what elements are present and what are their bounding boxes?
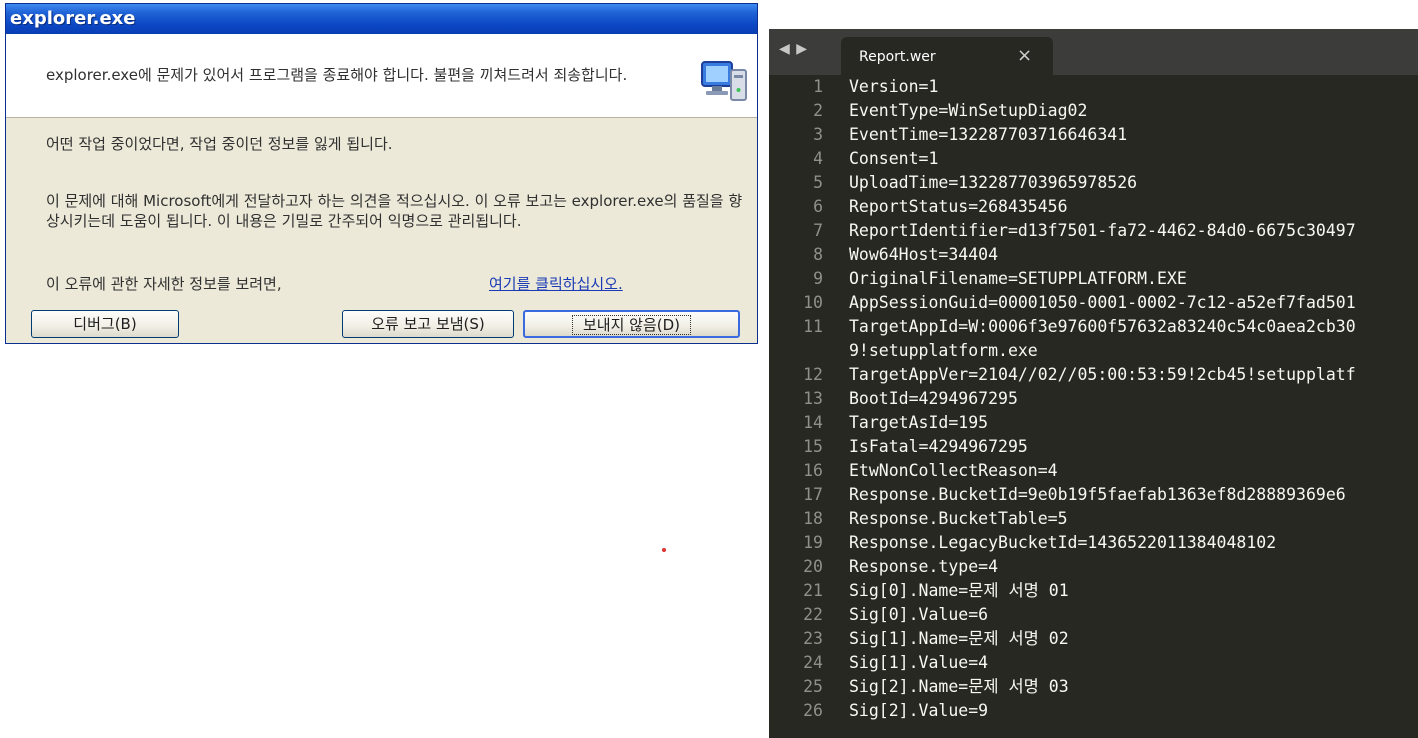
line-number: 8 — [813, 245, 823, 264]
code-line[interactable]: 20 Response.type=4 — [769, 555, 1418, 579]
code-line[interactable]: 17 Response.BucketId=9e0b19f5faefab1363ef… — [769, 483, 1418, 507]
code-line[interactable]: 4 Consent=1 — [769, 147, 1418, 171]
line-text: EtwNonCollectReason=4 — [849, 461, 1058, 480]
line-number: 16 — [803, 461, 823, 480]
code-line[interactable]: 15 IsFatal=4294967295 — [769, 435, 1418, 459]
line-number: 25 — [803, 677, 823, 696]
line-text: EventTime=132287703716646341 — [849, 125, 1128, 144]
tab-title: Report.wer — [859, 49, 936, 65]
line-number: 22 — [803, 605, 823, 624]
code-area[interactable]: 1 Version=1 2 EventType=WinSetupDiag02 3 Even… — [769, 75, 1418, 723]
line-text: BootId=4294967295 — [849, 389, 1018, 408]
dialog-title[interactable]: explorer.exe — [6, 4, 757, 34]
dont-send-label: 보내지 않음(D) — [571, 315, 692, 335]
code-line[interactable]: 12 TargetAppVer=2104//02//05:00:53:59!2cb… — [769, 363, 1418, 387]
error-dialog: explorer.exe explorer.exe에 문제가 있어서 프로그램을… — [5, 3, 758, 344]
code-line[interactable]: 11 TargetAppId=W:0006f3e97600f57632a83240… — [769, 315, 1418, 363]
line-number: 14 — [803, 413, 823, 432]
line-text: Wow64Host=34404 — [849, 245, 999, 264]
code-line[interactable]: 14 TargetAsId=195 — [769, 411, 1418, 435]
dont-send-button[interactable]: 보내지 않음(D) — [523, 310, 740, 338]
line-number: 15 — [803, 437, 823, 456]
tab-nav-arrows-icon[interactable]: ◀ ▶ — [779, 41, 808, 57]
code-line[interactable]: 23 Sig[1].Name=문제 서명 02 — [769, 627, 1418, 651]
tab-bar: ◀ ▶ Report.wer × — [769, 29, 1418, 75]
tab-report-wer[interactable]: Report.wer × — [841, 37, 1053, 75]
line-number: 9 — [813, 269, 823, 288]
code-line[interactable]: 13 BootId=4294967295 — [769, 387, 1418, 411]
code-line[interactable]: 25 Sig[2].Name=문제 서명 03 — [769, 675, 1418, 699]
code-line[interactable]: 2 EventType=WinSetupDiag02 — [769, 99, 1418, 123]
details-link[interactable]: 여기를 클릭하십시오. — [489, 274, 623, 294]
line-number: 12 — [803, 365, 823, 384]
code-line[interactable]: 10 AppSessionGuid=00001050-0001-0002-7c12… — [769, 291, 1418, 315]
line-text: Sig[0].Name=문제 서명 01 — [849, 581, 1069, 600]
dialog-header-text: explorer.exe에 문제가 있어서 프로그램을 종료해야 합니다. 불편… — [46, 66, 628, 84]
line-text: Version=1 — [849, 77, 939, 96]
dialog-header: explorer.exe에 문제가 있어서 프로그램을 종료해야 합니다. 불편… — [6, 34, 757, 118]
line-text: TargetAppId=W:0006f3e97600f57632a83240c5… — [849, 317, 1356, 360]
line-number: 2 — [813, 101, 823, 120]
line-number: 7 — [813, 221, 823, 240]
line-number: 24 — [803, 653, 823, 672]
line-text: AppSessionGuid=00001050-0001-0002-7c12-a… — [849, 293, 1356, 312]
line-number: 3 — [813, 125, 823, 144]
code-line[interactable]: 7 ReportIdentifier=d13f7501-fa72-4462-84d… — [769, 219, 1418, 243]
line-number: 18 — [803, 509, 823, 528]
line-text: OriginalFilename=SETUPPLATFORM.EXE — [849, 269, 1187, 288]
code-editor: ◀ ▶ Report.wer × 1 Version=1 2 EventType=Wi… — [769, 29, 1418, 738]
line-number: 26 — [803, 701, 823, 720]
code-line[interactable]: 5 UploadTime=132287703965978526 — [769, 171, 1418, 195]
code-line[interactable]: 21 Sig[0].Name=문제 서명 01 — [769, 579, 1418, 603]
debug-button[interactable]: 디버그(B) — [31, 310, 179, 338]
code-line[interactable]: 9 OriginalFilename=SETUPPLATFORM.EXE — [769, 267, 1418, 291]
line-text: ReportIdentifier=d13f7501-fa72-4462-84d0… — [849, 221, 1356, 240]
line-text: Response.BucketTable=5 — [849, 509, 1068, 528]
data-loss-warning: 어떤 작업 중이었다면, 작업 중이던 정보를 잃게 됩니다. — [46, 135, 393, 153]
line-number: 17 — [803, 485, 823, 504]
code-line[interactable]: 8 Wow64Host=34404 — [769, 243, 1418, 267]
line-text: IsFatal=4294967295 — [849, 437, 1028, 456]
line-number: 23 — [803, 629, 823, 648]
code-line[interactable]: 19 Response.LegacyBucketId=14365220113840… — [769, 531, 1418, 555]
line-text: Sig[1].Value=4 — [849, 653, 989, 672]
code-line[interactable]: 26 Sig[2].Value=9 — [769, 699, 1418, 723]
line-number: 11 — [803, 317, 823, 336]
code-line[interactable]: 1 Version=1 — [769, 75, 1418, 99]
line-number: 1 — [813, 77, 823, 96]
code-line[interactable]: 24 Sig[1].Value=4 — [769, 651, 1418, 675]
line-text: TargetAppVer=2104//02//05:00:53:59!2cb45… — [849, 365, 1356, 384]
line-number: 20 — [803, 557, 823, 576]
code-line[interactable]: 16 EtwNonCollectReason=4 — [769, 459, 1418, 483]
line-number: 5 — [813, 173, 823, 192]
line-number: 19 — [803, 533, 823, 552]
code-line[interactable]: 6 ReportStatus=268435456 — [769, 195, 1418, 219]
details-prompt: 이 오류에 관한 자세한 정보를 보려면, — [46, 275, 282, 293]
line-text: Sig[2].Name=문제 서명 03 — [849, 677, 1069, 696]
code-line[interactable]: 3 EventTime=132287703716646341 — [769, 123, 1418, 147]
line-text: EventType=WinSetupDiag02 — [849, 101, 1088, 120]
line-text: Response.BucketId=9e0b19f5faefab1363ef8d… — [849, 485, 1346, 504]
line-text: Sig[1].Name=문제 서명 02 — [849, 629, 1069, 648]
line-text: Response.LegacyBucketId=1436522011384048… — [849, 533, 1277, 552]
line-text: Consent=1 — [849, 149, 939, 168]
code-line[interactable]: 22 Sig[0].Value=6 — [769, 603, 1418, 627]
send-report-button[interactable]: 오류 보고 보냄(S) — [342, 310, 514, 338]
line-text: Response.type=4 — [849, 557, 999, 576]
stray-mark — [662, 548, 666, 552]
line-number: 6 — [813, 197, 823, 216]
line-number: 13 — [803, 389, 823, 408]
line-number: 4 — [813, 149, 823, 168]
line-text: ReportStatus=268435456 — [849, 197, 1068, 216]
report-description: 이 문제에 대해 Microsoft에게 전달하고자 하는 의견을 적으십시오.… — [46, 192, 743, 230]
line-number: 10 — [803, 293, 823, 312]
computer-icon — [701, 61, 747, 101]
line-number: 21 — [803, 581, 823, 600]
line-text: Sig[2].Value=9 — [849, 701, 989, 720]
close-icon[interactable]: × — [1017, 45, 1032, 66]
line-text: UploadTime=132287703965978526 — [849, 173, 1138, 192]
line-text: Sig[0].Value=6 — [849, 605, 989, 624]
code-line[interactable]: 18 Response.BucketTable=5 — [769, 507, 1418, 531]
line-text: TargetAsId=195 — [849, 413, 989, 432]
